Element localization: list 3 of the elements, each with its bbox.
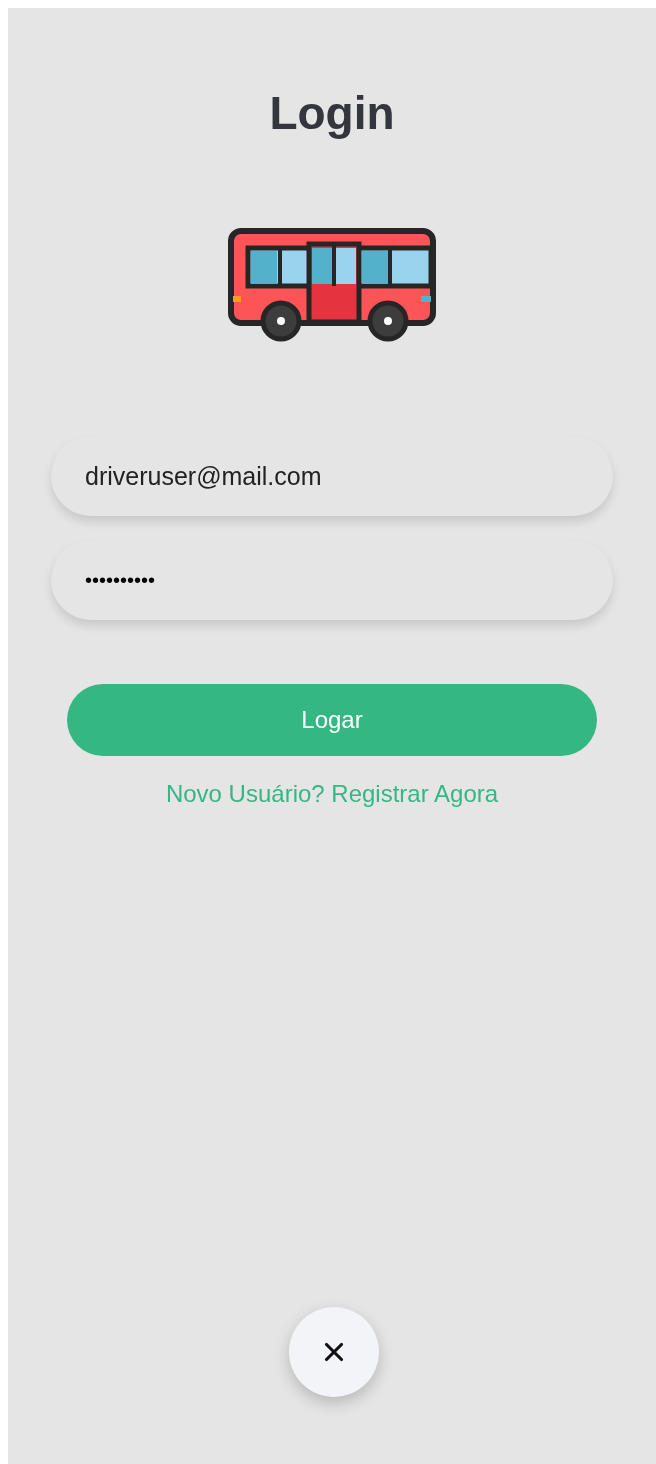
close-button[interactable] <box>289 1307 379 1397</box>
password-field[interactable]: •••••••••• <box>51 540 613 620</box>
email-field[interactable]: driveruser@mail.com <box>51 436 613 516</box>
